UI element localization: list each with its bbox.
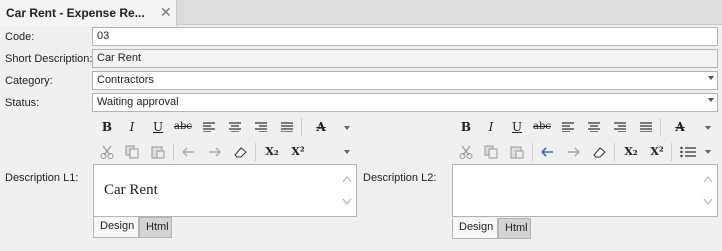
chevron-down-icon[interactable] [708,76,714,80]
cut-icon[interactable] [96,142,118,162]
description-l2-editor[interactable] [452,164,718,217]
toolbar-separator [173,143,174,161]
category-dropdown[interactable]: Contractors [92,71,718,90]
document-tab-title: Car Rent - Expense Re... [6,6,145,20]
underline-button[interactable]: U [506,117,528,137]
document-tab-strip: Car Rent - Expense Re... ✕ [0,0,722,26]
bold-button[interactable]: B [455,117,477,137]
description-l2-design-tab[interactable]: Design [452,218,498,239]
chevron-down-icon[interactable] [705,126,711,130]
chevron-down-icon[interactable] [344,126,350,130]
category-value: Contractors [97,74,154,86]
paste-icon[interactable] [147,142,169,162]
paste-icon[interactable] [506,142,528,162]
code-value: 03 [97,30,110,42]
underline-button[interactable]: U [147,117,169,137]
scroll-up-icon[interactable] [703,175,713,183]
subscript-button[interactable]: X₂ [261,142,283,162]
scroll-down-icon[interactable] [342,198,352,206]
toolbar-separator [614,143,615,161]
redo-icon[interactable] [203,142,225,162]
copy-icon[interactable] [480,142,502,162]
code-label: Code: [5,31,35,43]
align-center-button[interactable] [224,117,246,137]
description-l2-html-tab[interactable]: Html [498,218,531,239]
toolbar-separator [671,143,672,161]
justify-button[interactable] [635,117,657,137]
toolbar-separator [255,143,256,161]
align-right-button[interactable] [609,117,631,137]
italic-button[interactable]: I [480,117,502,137]
status-dropdown[interactable]: Waiting approval [92,93,718,112]
scroll-up-icon[interactable] [342,175,352,183]
eraser-icon[interactable] [229,142,251,162]
bold-button[interactable]: B [96,117,118,137]
strikethrough-button[interactable]: abc [172,117,194,137]
strikethrough-button[interactable]: abc [531,117,553,137]
superscript-button[interactable]: X² [287,142,309,162]
justify-button[interactable] [276,117,298,137]
copy-icon[interactable] [121,142,143,162]
document-tab[interactable]: Car Rent - Expense Re... ✕ [0,0,177,26]
toolbar-separator [532,143,533,161]
toolbar-separator [301,118,302,136]
short-description-field[interactable]: Car Rent [92,49,718,68]
toolbar-separator [660,118,661,136]
description-l2-label: Description L2: [363,172,437,184]
category-label: Category: [5,75,53,87]
align-left-button[interactable] [198,117,220,137]
close-icon[interactable]: ✕ [160,4,172,21]
undo-icon[interactable] [537,142,559,162]
chevron-down-icon[interactable] [705,150,711,154]
description-l1-editor[interactable]: Car Rent [93,164,357,217]
short-description-value: Car Rent [97,52,142,64]
superscript-button[interactable]: X² [646,142,668,162]
redo-icon[interactable] [562,142,584,162]
undo-icon[interactable] [178,142,200,162]
status-label: Status: [5,97,40,109]
subscript-button[interactable]: X₂ [620,142,642,162]
font-color-button[interactable]: A [669,117,691,137]
code-field[interactable]: 03 [92,27,718,46]
eraser-icon[interactable] [588,142,610,162]
align-center-button[interactable] [583,117,605,137]
font-color-button[interactable]: A [310,117,332,137]
description-l1-label: Description L1: [5,172,79,184]
description-l1-html-tab[interactable]: Html [139,217,172,238]
cut-icon[interactable] [455,142,477,162]
align-right-button[interactable] [250,117,272,137]
description-l1-design-tab[interactable]: Design [93,217,139,238]
align-left-button[interactable] [557,117,579,137]
short-description-label: Short Description: [5,53,93,65]
status-value: Waiting approval [97,96,179,108]
chevron-down-icon[interactable] [708,98,714,102]
chevron-down-icon[interactable] [344,150,350,154]
scroll-down-icon[interactable] [703,198,713,206]
description-l1-content: Car Rent [104,182,158,198]
list-icon[interactable] [677,142,699,162]
italic-button[interactable]: I [121,117,143,137]
